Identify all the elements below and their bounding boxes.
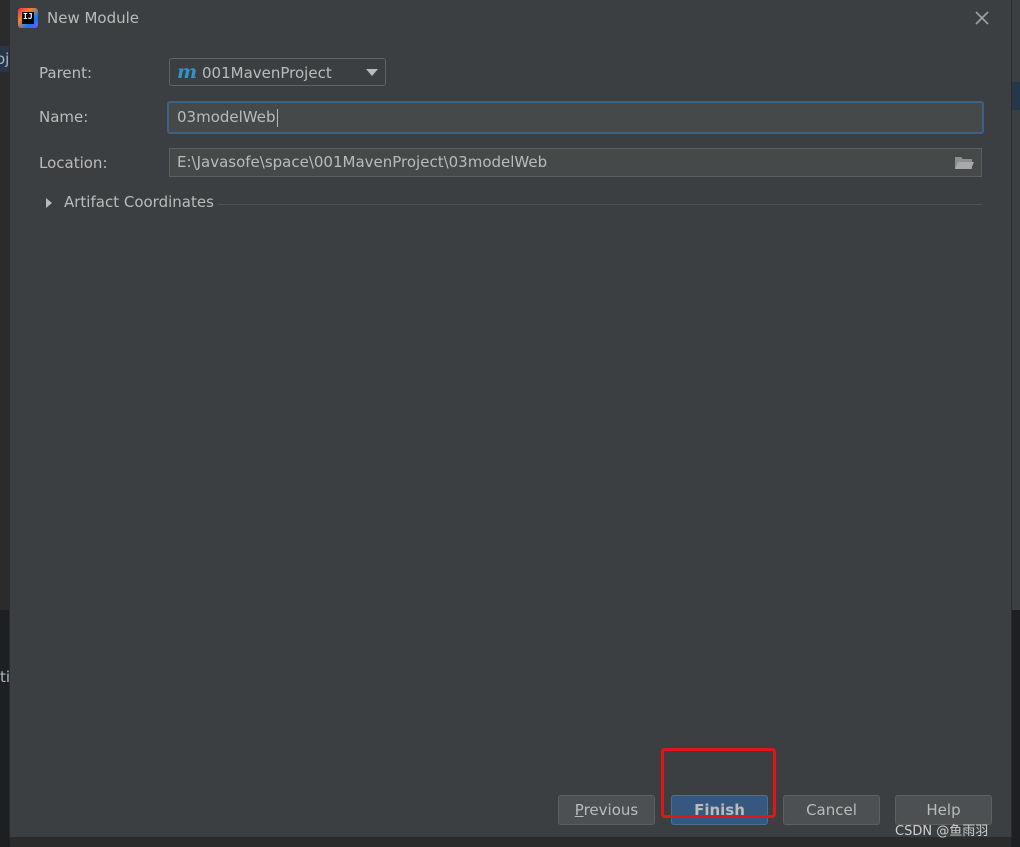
parent-dropdown-value: 001MavenProject <box>202 64 332 82</box>
background-text-fragment: ti <box>0 668 10 686</box>
previous-mnemonic: P <box>574 801 584 819</box>
browse-folder-button[interactable] <box>954 154 974 171</box>
watermark: CSDN @鱼雨羽 <box>895 824 989 839</box>
previous-label: revious <box>583 801 639 819</box>
location-label: Location: <box>39 154 108 172</box>
background-panel-left <box>0 610 10 847</box>
close-icon <box>975 11 989 25</box>
section-divider <box>219 204 981 205</box>
intellij-logo-icon: IJ <box>18 8 38 28</box>
background-right-tab <box>1011 82 1020 110</box>
chevron-right-icon <box>46 198 52 208</box>
parent-dropdown[interactable]: m 001MavenProject <box>169 58 386 86</box>
cancel-label: Cancel <box>806 801 857 819</box>
new-module-dialog: IJ New Module Parent: m 001MavenProject … <box>10 0 1011 837</box>
name-label: Name: <box>39 108 89 126</box>
location-field[interactable]: E:\Javasofe\space\001MavenProject\03mode… <box>169 148 982 177</box>
help-label: Help <box>926 801 961 819</box>
name-field-value: 03modelWeb <box>177 108 276 126</box>
chevron-down-icon <box>366 69 378 76</box>
text-caret <box>276 108 278 127</box>
name-field[interactable]: 03modelWeb <box>167 101 984 134</box>
finish-label: Finish <box>694 801 745 819</box>
folder-icon <box>955 157 974 169</box>
dialog-title: New Module <box>47 9 140 27</box>
parent-label: Parent: <box>39 64 93 82</box>
artifact-coordinates-label: Artifact Coordinates <box>64 193 214 211</box>
artifact-coordinates-toggle[interactable]: Artifact Coordinates <box>44 193 981 215</box>
finish-button[interactable]: Finish <box>671 795 768 825</box>
location-field-value: E:\Javasofe\space\001MavenProject\03mode… <box>177 153 548 171</box>
cancel-button[interactable]: Cancel <box>783 795 880 825</box>
previous-button[interactable]: Previous <box>558 795 655 825</box>
close-button[interactable] <box>970 6 994 30</box>
background-panel-right <box>1011 610 1020 847</box>
maven-m-icon: m <box>177 61 198 83</box>
dialog-titlebar: IJ New Module <box>10 0 1011 36</box>
